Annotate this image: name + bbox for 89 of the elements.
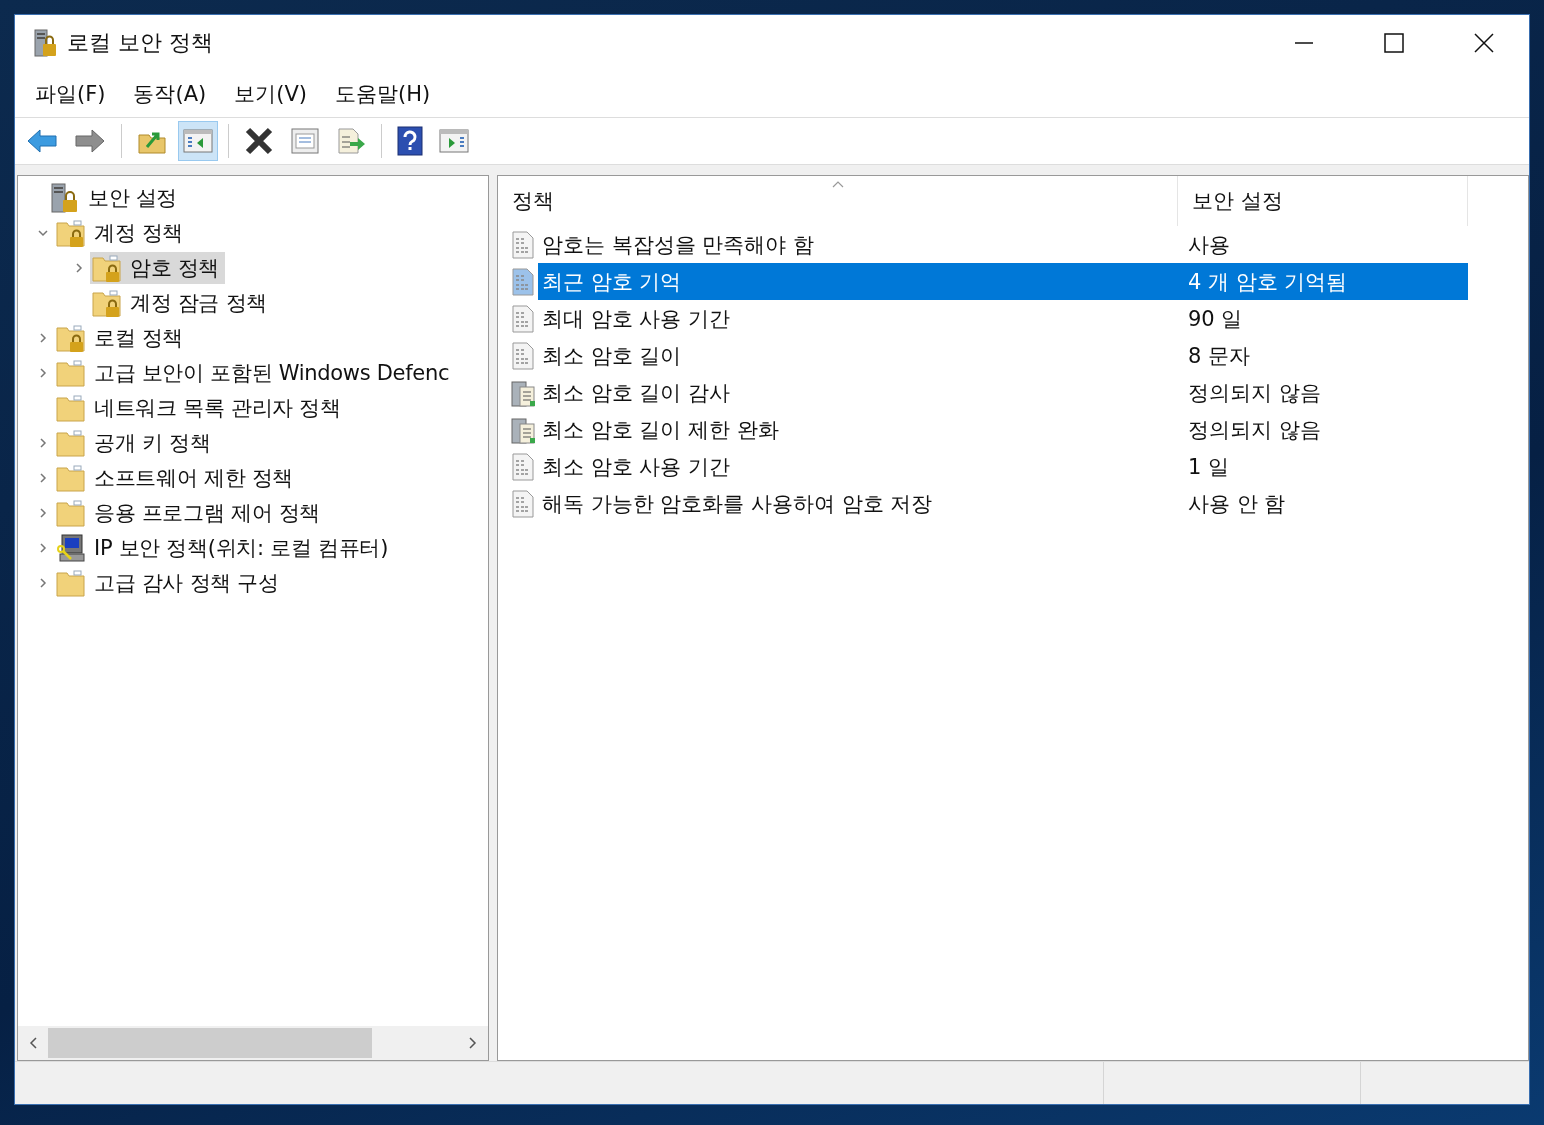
- locked-folder-icon: [56, 217, 86, 248]
- policy-row[interactable]: 최소 암호 길이 감사 정의되지 않음: [510, 374, 1468, 411]
- chevron-right-icon[interactable]: [37, 366, 49, 379]
- column-header[interactable]: 정책: [498, 176, 1178, 226]
- right-arrow-icon: [74, 127, 106, 155]
- folder-icon: [56, 462, 86, 493]
- pane-icon: [183, 128, 213, 154]
- help-icon: [397, 126, 423, 156]
- binary-document-icon: [510, 304, 536, 333]
- policy-name: 암호는 복잡성을 만족해야 함: [542, 231, 816, 259]
- tree-item[interactable]: 고급 감사 정책 구성: [54, 566, 285, 599]
- policy-setting: 90 일: [1188, 305, 1244, 333]
- policy-name: 해독 가능한 암호화를 사용하여 암호 저장: [542, 490, 934, 518]
- horizontal-scrollbar[interactable]: [18, 1026, 488, 1060]
- folder-icon: [56, 392, 86, 423]
- chevron-right-icon[interactable]: [37, 576, 49, 589]
- scroll-left-icon[interactable]: [28, 1036, 40, 1050]
- binary-document-icon: [510, 230, 536, 259]
- policy-setting: 1 일: [1188, 453, 1231, 481]
- tree-item[interactable]: 계정 정책: [54, 216, 190, 249]
- chevron-right-icon[interactable]: [37, 541, 49, 554]
- maximize-icon: [1384, 33, 1404, 53]
- scroll-right-icon[interactable]: [466, 1036, 478, 1050]
- folder-icon: [56, 497, 86, 528]
- policy-name: 최소 암호 길이 제한 완화: [542, 416, 780, 444]
- binary-document-icon: [510, 452, 536, 481]
- tree-item[interactable]: 계정 잠금 정책: [90, 286, 273, 319]
- binary-document-icon: [510, 341, 536, 370]
- chevron-right-icon[interactable]: [37, 436, 49, 449]
- window-title: 로컬 보안 정책: [67, 29, 213, 57]
- menu-item[interactable]: 도움말(H): [323, 76, 443, 112]
- binary-document-icon: [510, 489, 536, 518]
- menu-item[interactable]: 보기(V): [222, 76, 319, 112]
- folder-icon: [56, 357, 86, 388]
- tree-item[interactable]: 로컬 정책: [54, 321, 190, 354]
- tree-item[interactable]: 응용 프로그램 제어 정책: [54, 496, 327, 529]
- tree-item[interactable]: 공개 키 정책: [54, 426, 217, 459]
- policy-setting: 사용: [1188, 231, 1231, 259]
- chevron-right-icon[interactable]: [73, 261, 85, 274]
- policy-setting: 8 문자: [1188, 342, 1252, 370]
- server-lock-icon: [50, 182, 80, 213]
- tree-item[interactable]: 암호 정책: [90, 251, 226, 284]
- tree-item[interactable]: 소프트웨어 제한 정책: [54, 461, 300, 494]
- policy-row[interactable]: 최근 암호 기억 4 개 암호 기억됨: [510, 263, 1468, 300]
- tree-toggle-button[interactable]: [178, 121, 218, 161]
- close-icon: [1474, 33, 1494, 53]
- folder-icon: [56, 427, 86, 458]
- policy-name: 최소 암호 길이 감사: [542, 379, 732, 407]
- policy-row[interactable]: 최소 암호 길이 8 문자: [510, 337, 1468, 374]
- window-list-icon: [290, 127, 320, 155]
- binary-document-icon: [510, 267, 536, 296]
- tree-item[interactable]: 네트워크 목록 관리자 정책: [54, 391, 347, 424]
- policy-setting: 사용 안 함: [1188, 490, 1287, 518]
- policy-setting: 4 개 암호 기억됨: [1188, 263, 1468, 300]
- policy-setting: 정의되지 않음: [1188, 416, 1322, 444]
- locked-folder-icon: [56, 322, 86, 353]
- policy-row[interactable]: 최소 암호 사용 기간 1 일: [510, 448, 1468, 485]
- tree-item[interactable]: 고급 보안이 포함된 Windows Defenc: [54, 356, 456, 389]
- chevron-right-icon[interactable]: [37, 331, 49, 344]
- minimize-icon: [1294, 42, 1314, 44]
- policy-row[interactable]: 최소 암호 길이 제한 완화 정의되지 않음: [510, 411, 1468, 448]
- policy-row[interactable]: 암호는 복잡성을 만족해야 함 사용: [510, 226, 1468, 263]
- tree-item[interactable]: 보안 설정: [48, 181, 184, 214]
- policy-name: 최소 암호 사용 기간: [542, 453, 732, 481]
- tree-item[interactable]: IP 보안 정책(위치: 로컬 컴퓨터): [54, 531, 395, 564]
- menu-item[interactable]: 동작(A): [121, 76, 219, 112]
- chevron-right-icon[interactable]: [37, 471, 49, 484]
- locked-folder-icon: [92, 287, 122, 318]
- policy-name: 최근 암호 기억: [538, 263, 1188, 300]
- server-lock-icon: [33, 29, 57, 57]
- policy-name: 최소 암호 길이: [542, 342, 683, 370]
- computer-key-icon: [56, 532, 86, 563]
- scrollbar-thumb[interactable]: [48, 1028, 372, 1058]
- locked-folder-icon: [92, 252, 122, 283]
- sort-ascending-icon: [831, 180, 844, 188]
- server-list-icon: [510, 378, 536, 407]
- column-header[interactable]: 보안 설정: [1178, 176, 1468, 226]
- pane-icon: [439, 128, 469, 154]
- chevron-right-icon[interactable]: [37, 506, 49, 519]
- policy-setting: 정의되지 않음: [1188, 379, 1322, 407]
- menu-item[interactable]: 파일(F): [23, 76, 118, 112]
- document-arrow-icon: [336, 127, 366, 155]
- folder-icon: [56, 567, 86, 598]
- policy-row[interactable]: 최대 암호 사용 기간 90 일: [510, 300, 1468, 337]
- policy-row[interactable]: 해독 가능한 암호화를 사용하여 암호 저장 사용 안 함: [510, 485, 1468, 522]
- left-arrow-icon: [26, 127, 58, 155]
- delete-icon: [244, 127, 274, 155]
- policy-name: 최대 암호 사용 기간: [542, 305, 732, 333]
- server-list-icon: [510, 415, 536, 444]
